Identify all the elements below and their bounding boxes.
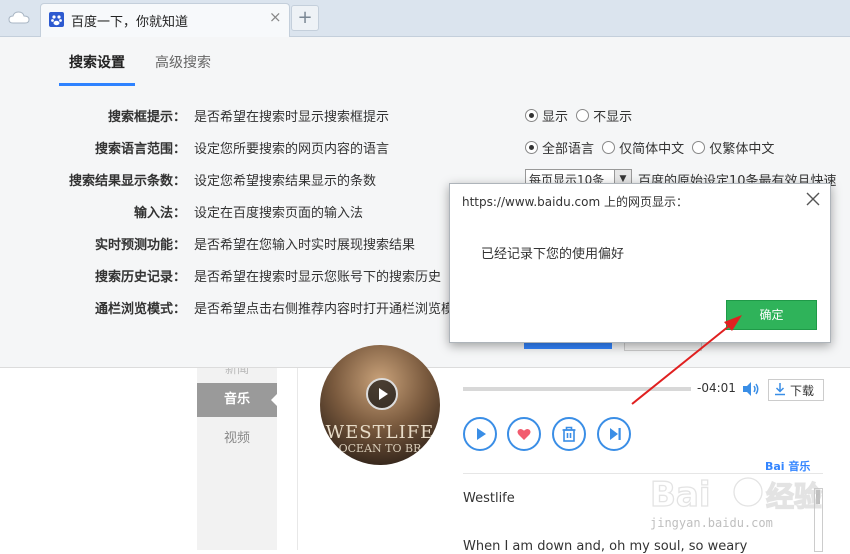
radio-label-show: 显示 xyxy=(542,110,569,125)
radio-language-simplified[interactable] xyxy=(602,141,616,154)
tab-title: 百度一下，你就知道 xyxy=(71,15,189,30)
sidebar-item-video[interactable]: 视频 xyxy=(197,427,277,446)
radio-label-traditional: 仅繁体中文 xyxy=(709,142,775,157)
setting-desc-realtime: 是否希望在您输入时实时展现搜索结果 xyxy=(194,238,416,253)
dialog-message: 已经记录下您的使用偏好 xyxy=(481,247,625,262)
setting-desc-results-count: 设定您希望搜索结果显示的条数 xyxy=(194,174,377,189)
suggest-radio-group: 显示 不显示 xyxy=(525,106,636,125)
svg-text:经验: 经验 xyxy=(766,480,822,513)
next-button[interactable] xyxy=(597,417,631,451)
radio-language-all[interactable] xyxy=(525,141,538,154)
dialog-close-icon[interactable] xyxy=(806,192,820,206)
cloud-icon[interactable] xyxy=(8,7,30,29)
download-icon xyxy=(775,383,785,396)
watermark-domain: jingyan.baidu.com xyxy=(650,516,773,530)
sidebar-item-music[interactable]: 音乐 xyxy=(197,383,277,417)
play-icon xyxy=(477,428,486,440)
tab-search-settings[interactable]: 搜索设置 xyxy=(69,52,125,72)
setting-label-ime: 输入法： xyxy=(133,206,186,221)
setting-desc-history: 是否希望在搜索时显示您账号下的搜索历史 xyxy=(194,270,442,285)
browser-tab[interactable]: 百度一下，你就知道 × xyxy=(40,3,290,37)
tab-advanced-search[interactable]: 高级搜索 xyxy=(155,52,211,72)
delete-button[interactable] xyxy=(552,417,586,451)
sidebar-active-pointer xyxy=(271,392,279,408)
baidu-jingyan-watermark: Bai 经验 xyxy=(650,474,823,515)
radio-suggest-hide[interactable] xyxy=(576,109,590,122)
sidebar-item-news[interactable]: 新闻 xyxy=(197,368,277,378)
setting-label-realtime: 实时预测功能： xyxy=(94,238,186,253)
radio-language-traditional[interactable] xyxy=(692,141,706,154)
radio-label-all: 全部语言 xyxy=(542,142,595,157)
album-cover-title: WESTLIFE xyxy=(325,422,435,443)
browser-tab-strip: 百度一下，你就知道 × + xyxy=(0,0,850,37)
annotation-arrow-icon xyxy=(631,315,742,405)
new-tab-button[interactable]: + xyxy=(291,5,319,31)
setting-label-history: 搜索历史记录： xyxy=(94,270,186,285)
setting-label-suggest: 搜索框提示： xyxy=(107,110,186,125)
album-cover[interactable]: WESTLIFE OCEAN TO BR xyxy=(320,345,440,465)
content-divider xyxy=(297,368,298,550)
setting-desc-language: 设定您所要搜索的网页内容的语言 xyxy=(194,142,390,157)
dialog-title: https://www.baidu.com 上的网页显示： xyxy=(462,195,688,209)
tab-close-icon[interactable]: × xyxy=(269,8,282,26)
album-cover-subtitle: OCEAN TO BR xyxy=(338,442,422,455)
play-button[interactable] xyxy=(463,417,497,451)
language-radio-group: 全部语言 仅简体中文 仅繁体中文 xyxy=(525,138,778,157)
baidu-favicon-icon xyxy=(49,12,64,27)
setting-desc-suggest: 是否希望在搜索时显示搜索框提示 xyxy=(194,110,390,125)
download-label: 下载 xyxy=(790,384,815,398)
next-track-icon xyxy=(610,428,621,440)
download-button[interactable]: 下载 xyxy=(768,379,824,401)
like-button[interactable] xyxy=(507,417,541,451)
heart-icon xyxy=(517,429,531,440)
setting-label-fullwidth: 通栏浏览模式： xyxy=(94,302,186,317)
album-play-icon[interactable] xyxy=(366,378,398,410)
setting-label-results-count: 搜索结果显示条数： xyxy=(68,174,186,189)
trash-icon xyxy=(562,426,576,442)
active-tab-underline xyxy=(59,83,135,86)
setting-desc-fullwidth: 是否希望点击右侧推荐内容时打开通栏浏览模 xyxy=(194,302,455,317)
radio-suggest-show[interactable] xyxy=(525,109,538,122)
setting-desc-ime: 设定在百度搜索页面的输入法 xyxy=(194,206,364,221)
song-artist: Westlife xyxy=(463,491,515,506)
radio-label-hide: 不显示 xyxy=(593,110,633,125)
setting-label-language: 搜索语言范围： xyxy=(94,142,186,157)
radio-label-simplified: 仅简体中文 xyxy=(619,142,685,157)
svg-text:Bai: Bai xyxy=(650,475,711,515)
